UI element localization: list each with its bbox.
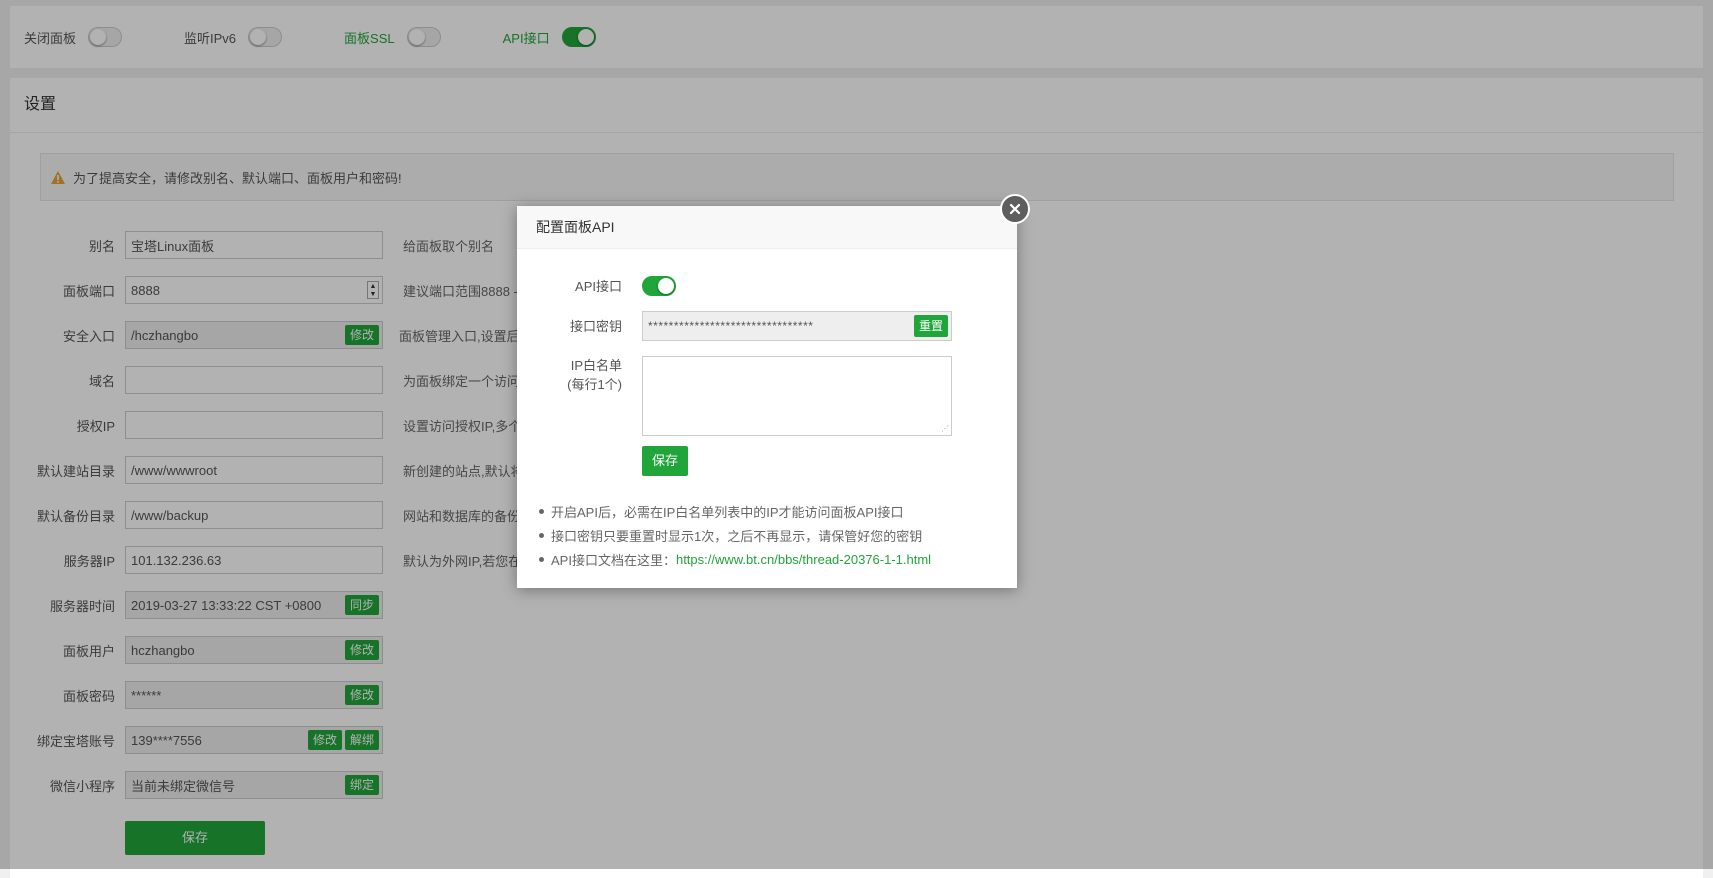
switch-knob [658,278,674,294]
reset-key-button[interactable]: 重置 [913,315,948,337]
bullet-icon [539,556,544,562]
api-config-modal: 配置面板API API接口 接口密钥 *********************… [517,206,1017,588]
api-tips: 开启API后，必需在IP白名单列表中的IP才能访问面板API接口 接口密钥只要重… [539,502,999,574]
api-key-field: ******************************** 重置 [642,311,952,341]
modal-save-button[interactable]: 保存 [642,446,688,476]
close-icon [1009,203,1021,215]
tip-item: 开启API后，必需在IP白名单列表中的IP才能访问面板API接口 [539,502,999,520]
api-toggle-switch[interactable] [642,276,676,296]
api-key-label: 接口密钥 [569,319,622,334]
api-doc-link[interactable]: https://www.bt.cn/bbs/thread-20376-1-1.h… [676,552,931,567]
tip-item: 接口密钥只要重置时显示1次，之后不再显示，请保管好您的密钥 [539,526,999,544]
modal-close-button[interactable] [1000,194,1030,224]
bullet-icon [539,508,544,514]
api-toggle-row: API接口 [517,276,676,296]
api-toggle-label: API接口 [575,278,622,294]
resize-grip-icon[interactable]: ⋰ [941,425,949,433]
tip-item: API接口文档在这里： https://www.bt.cn/bbs/thread-… [539,550,999,568]
bullet-icon [539,532,544,538]
modal-title: 配置面板API [517,206,1017,249]
ip-whitelist-textarea[interactable]: ⋰ [642,356,952,436]
whitelist-label: IP白名单 (每行1个) [567,358,622,392]
api-key-value: ******************************** [648,319,814,333]
api-key-row: 接口密钥 [517,317,622,336]
